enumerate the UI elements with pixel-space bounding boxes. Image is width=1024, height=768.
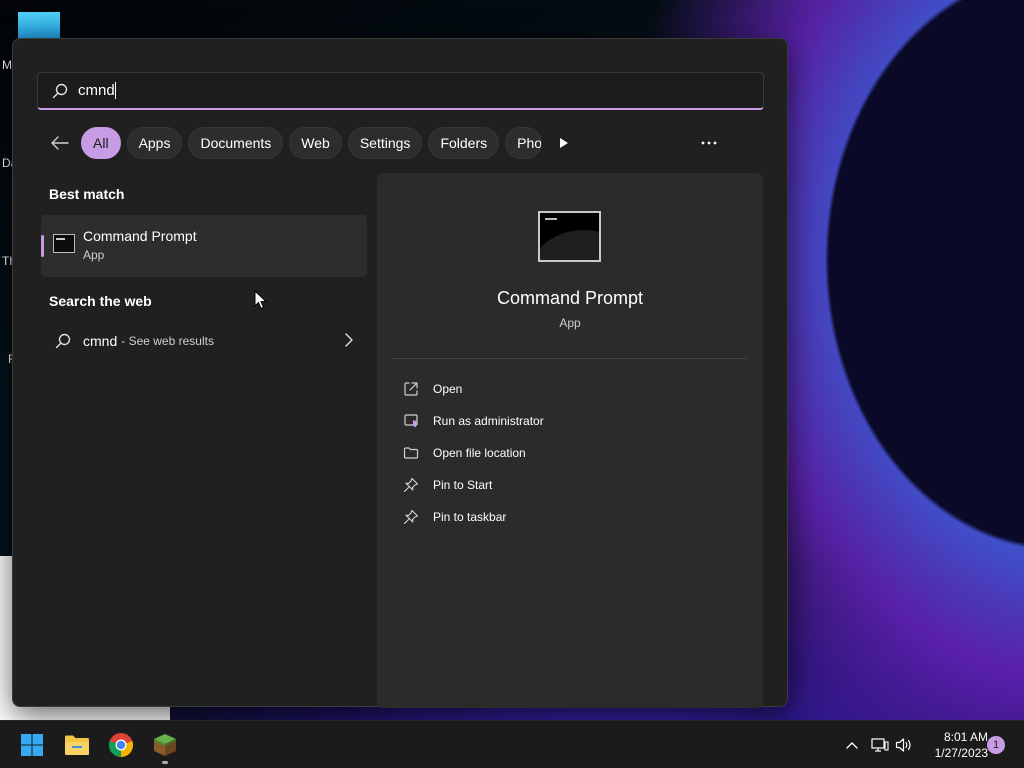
- chrome-button[interactable]: [105, 729, 137, 761]
- filter-apps[interactable]: Apps: [126, 127, 183, 159]
- filter-folders[interactable]: Folders: [428, 127, 500, 159]
- chevron-up-icon: [846, 742, 858, 749]
- action-list: Open Run as administrator Open file loca…: [403, 373, 733, 533]
- preview-app-name: Command Prompt: [496, 288, 644, 308]
- action-open-file-location[interactable]: Open file location: [403, 437, 733, 469]
- taskbar: 8:01 AM 1/27/2023 1: [0, 720, 1024, 768]
- action-label: Open file location: [433, 446, 526, 460]
- action-label: Pin to taskbar: [433, 510, 507, 524]
- network-icon: [871, 738, 889, 752]
- speaker-icon: [895, 738, 911, 752]
- file-explorer-button[interactable]: [61, 729, 93, 761]
- search-icon: [55, 333, 71, 349]
- web-query: cmnd: [83, 333, 118, 349]
- more-options-button[interactable]: [693, 127, 725, 159]
- clock-time: 8:01 AM: [943, 730, 988, 744]
- divider: [393, 358, 747, 359]
- filter-bar: All Apps Documents Web Settings Folders …: [43, 127, 753, 159]
- result-type: App: [83, 248, 105, 262]
- network-button[interactable]: [870, 735, 890, 755]
- best-match-result[interactable]: Command Prompt App: [41, 215, 367, 277]
- search-input[interactable]: cmnd: [78, 82, 115, 99]
- command-prompt-icon: [538, 211, 601, 262]
- filter-documents[interactable]: Documents: [188, 127, 284, 159]
- pin-icon: [403, 509, 419, 525]
- action-label: Run as administrator: [433, 414, 544, 428]
- scroll-filters-button[interactable]: [550, 127, 578, 159]
- filter-web[interactable]: Web: [289, 127, 342, 159]
- chevron-right-icon: [345, 333, 353, 352]
- action-pin-to-taskbar[interactable]: Pin to taskbar: [403, 501, 733, 533]
- start-button[interactable]: [16, 729, 48, 761]
- filter-settings[interactable]: Settings: [347, 127, 423, 159]
- search-panel: cmnd All Apps Documents Web Settings Fol…: [12, 38, 788, 708]
- open-external-icon: [403, 381, 419, 397]
- text-caret: [114, 82, 116, 99]
- folder-icon: [403, 445, 419, 461]
- result-name: Command Prompt: [83, 228, 197, 244]
- best-match-heading: Best match: [49, 186, 125, 202]
- grass-block-icon: [154, 734, 176, 756]
- preview-pane: Command Prompt App Open Run as administr…: [377, 173, 763, 708]
- volume-button[interactable]: [894, 735, 914, 755]
- desktop-label: M: [2, 58, 12, 72]
- web-results-suffix: - See web results: [121, 334, 214, 348]
- chrome-icon: [108, 733, 134, 758]
- filter-all[interactable]: All: [81, 127, 121, 159]
- action-run-as-admin[interactable]: Run as administrator: [403, 405, 733, 437]
- action-label: Open: [433, 382, 463, 396]
- show-hidden-icons-button[interactable]: [842, 735, 862, 755]
- back-button[interactable]: [43, 127, 81, 159]
- command-prompt-icon: [53, 234, 75, 253]
- pin-icon: [403, 477, 419, 493]
- running-indicator: [162, 761, 168, 764]
- search-box[interactable]: cmnd: [37, 72, 764, 110]
- action-pin-to-start[interactable]: Pin to Start: [403, 469, 733, 501]
- minecraft-button[interactable]: [149, 729, 181, 761]
- arrow-left-icon: [51, 136, 69, 150]
- action-label: Pin to Start: [433, 478, 493, 492]
- ellipsis-icon: [701, 141, 717, 145]
- selection-indicator: [41, 235, 44, 257]
- notification-badge[interactable]: 1: [987, 736, 1005, 754]
- clock[interactable]: 8:01 AM 1/27/2023: [918, 729, 988, 761]
- shield-icon: [403, 413, 419, 429]
- preview-app-type: App: [559, 316, 581, 330]
- filter-photos[interactable]: Pho: [505, 127, 543, 159]
- search-icon: [52, 83, 68, 99]
- clock-date: 1/27/2023: [934, 746, 988, 760]
- folder-icon: [65, 735, 89, 755]
- play-icon: [560, 138, 569, 148]
- mouse-cursor-icon: [254, 290, 268, 310]
- windows-icon: [21, 734, 43, 756]
- action-open[interactable]: Open: [403, 373, 733, 405]
- search-web-heading: Search the web: [49, 293, 152, 309]
- web-search-result[interactable]: cmnd - See web results: [41, 321, 367, 361]
